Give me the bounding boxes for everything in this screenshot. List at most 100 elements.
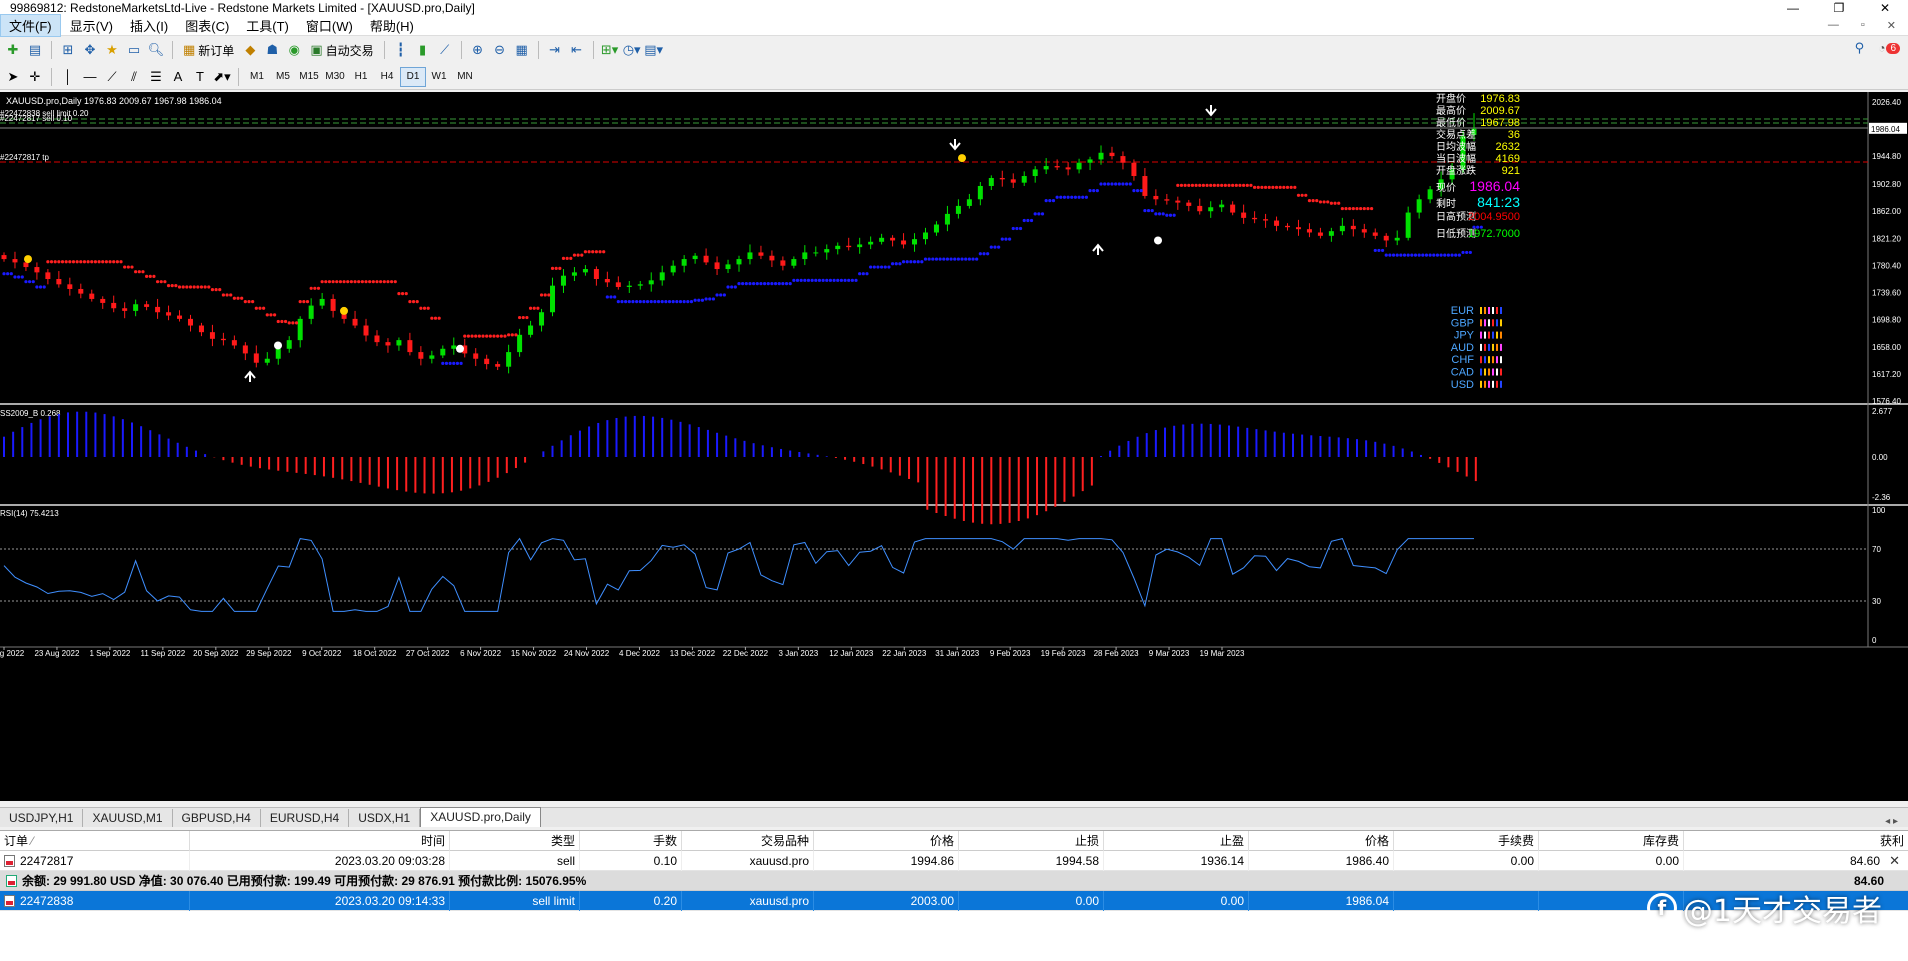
col-type[interactable]: 类型 <box>450 830 580 851</box>
menu-file[interactable]: 文件(F) <box>0 14 61 37</box>
auto-trading-button[interactable]: ▣ 自动交易 <box>305 39 378 61</box>
col-lots[interactable]: 手数 <box>580 830 682 851</box>
horizontal-line-icon[interactable]: — <box>79 66 101 88</box>
price-chart[interactable]: XAUUSD.pro,Daily 1976.83 2009.67 1967.98… <box>0 92 1908 801</box>
cell-swap: 0.00 <box>1539 850 1684 871</box>
terminal-icon[interactable]: ▭ <box>123 39 145 61</box>
close-window-button[interactable]: ✕ <box>1862 1 1908 15</box>
candle-body <box>988 178 994 186</box>
child-minimize-button[interactable]: — <box>1828 19 1839 32</box>
supertrend-dot <box>1450 253 1454 257</box>
supertrend-dot <box>181 285 185 289</box>
col-stoploss[interactable]: 止损 <box>959 830 1104 851</box>
col-commission[interactable]: 手续费 <box>1394 830 1539 851</box>
tile-windows-icon[interactable]: ▦ <box>511 39 533 61</box>
crosshair-icon[interactable]: ✛ <box>24 66 46 88</box>
candle-body <box>879 237 885 242</box>
chart-tab[interactable]: USDX,H1 <box>349 809 421 827</box>
text-icon[interactable]: A <box>167 66 189 88</box>
currency-strength-bar <box>1496 368 1498 376</box>
candle-body <box>1383 235 1389 241</box>
notifications-button[interactable]: ◔ 6 <box>1878 41 1900 55</box>
col-profit[interactable]: 获利 <box>1684 831 1908 851</box>
navigator-icon[interactable]: ★ <box>101 39 123 61</box>
arrows-icon[interactable]: ⬈▾ <box>211 66 233 88</box>
menu-window[interactable]: 窗口(W) <box>298 15 361 36</box>
chart-tab[interactable]: XAUUSD,M1 <box>83 809 173 827</box>
menu-charts[interactable]: 图表(C) <box>177 15 237 36</box>
supertrend-dot <box>101 260 105 264</box>
market-icon[interactable]: ◉ <box>283 39 305 61</box>
bar-chart-icon[interactable]: ┇ <box>390 39 412 61</box>
candlestick-icon[interactable]: ▮ <box>412 39 434 61</box>
indicators-icon[interactable]: ⊞▾ <box>599 39 621 61</box>
timeframe-mn[interactable]: MN <box>452 67 478 87</box>
fibonacci-icon[interactable]: ☰ <box>145 66 167 88</box>
timeframe-m30[interactable]: M30 <box>322 67 348 87</box>
new-order-button[interactable]: ▦ 新订单 <box>178 39 239 61</box>
menu-insert[interactable]: 插入(I) <box>122 15 176 36</box>
cell-time: 2023.03.20 09:03:28 <box>190 850 450 871</box>
search-icon[interactable]: ⚲ <box>1855 40 1865 56</box>
menu-tools[interactable]: 工具(T) <box>238 15 297 36</box>
market-watch-icon[interactable]: ⊞ <box>57 39 79 61</box>
col-swap[interactable]: 库存费 <box>1539 830 1684 851</box>
supertrend-dot <box>682 299 686 304</box>
col-time[interactable]: 时间 <box>190 830 450 851</box>
metaeditor-icon[interactable]: ◆ <box>239 39 261 61</box>
periods-icon[interactable]: ◷▾ <box>621 39 643 61</box>
line-chart-icon[interactable]: ⟋ <box>434 39 456 61</box>
templates-icon[interactable]: ▤▾ <box>643 39 665 61</box>
candle-body <box>155 306 161 313</box>
timeframe-h1[interactable]: H1 <box>348 67 374 87</box>
strategy-tester-icon[interactable]: 🔍︎ <box>145 39 167 61</box>
col-order[interactable]: 订单 ⁄ <box>0 830 190 851</box>
close-order-icon[interactable]: ✕ <box>1889 853 1900 869</box>
timeframe-d1[interactable]: D1 <box>400 66 426 87</box>
supertrend-dot <box>602 250 606 254</box>
data-window-icon[interactable]: ✥ <box>79 39 101 61</box>
cursor-icon[interactable]: ➤ <box>2 66 24 88</box>
auto-scroll-icon[interactable]: ⇥ <box>544 39 566 61</box>
timeframe-h4[interactable]: H4 <box>374 67 400 87</box>
chart-shift-icon[interactable]: ⇤ <box>566 39 588 61</box>
timeframe-m1[interactable]: M1 <box>244 67 270 87</box>
supertrend-dot <box>956 257 961 261</box>
table-row-selected[interactable]: 22472838 2023.03.20 09:14:33 sell limit … <box>0 890 1908 911</box>
profiles-icon[interactable]: ▤ <box>24 39 46 61</box>
menu-view[interactable]: 显示(V) <box>62 15 121 36</box>
table-row[interactable]: 22472817 2023.03.20 09:03:28 sell 0.10 x… <box>0 850 1908 871</box>
vertical-line-icon[interactable]: │ <box>57 66 79 88</box>
col-symbol[interactable]: 交易品种 <box>682 830 814 851</box>
channel-icon[interactable]: ⫽ <box>123 66 145 88</box>
zoom-in-icon[interactable]: ⊕ <box>467 39 489 61</box>
supertrend-dot <box>1077 195 1081 199</box>
chart-tab[interactable]: GBPUSD,H4 <box>173 809 261 827</box>
text-label-icon[interactable]: T <box>189 66 211 88</box>
col-current-price[interactable]: 价格 <box>1249 830 1394 851</box>
minimize-button[interactable]: — <box>1770 1 1816 15</box>
chart-tab[interactable]: USDJPY,H1 <box>0 809 84 827</box>
supertrend-dot <box>371 280 375 284</box>
info-value: 921 <box>1502 165 1520 177</box>
menu-help[interactable]: 帮助(H) <box>362 15 422 36</box>
chart-canvas[interactable]: XAUUSD.pro,Daily 1976.83 2009.67 1967.98… <box>0 92 1908 801</box>
tabs-scroll-icon[interactable]: ◂ ▸ <box>1885 816 1898 827</box>
chart-tab-active[interactable]: XAUUSD.pro,Daily <box>420 807 541 827</box>
zoom-out-icon[interactable]: ⊖ <box>489 39 511 61</box>
supertrend-dot <box>1388 253 1392 257</box>
timeframe-m15[interactable]: M15 <box>296 67 322 87</box>
child-close-button[interactable]: ✕ <box>1887 19 1896 32</box>
candle-body <box>473 353 479 359</box>
timeframe-m5[interactable]: M5 <box>270 67 296 87</box>
candle-body <box>12 259 18 263</box>
maximize-button[interactable]: ❐ <box>1816 1 1862 15</box>
timeframe-w1[interactable]: W1 <box>426 67 452 87</box>
col-takeprofit[interactable]: 止盈 <box>1104 830 1249 851</box>
chart-tab[interactable]: EURUSD,H4 <box>261 809 350 827</box>
new-chart-icon[interactable]: ✚ <box>2 39 24 61</box>
signals-icon[interactable]: ☗ <box>261 39 283 61</box>
trendline-icon[interactable]: ⟋ <box>101 66 123 88</box>
col-price[interactable]: 价格 <box>814 830 959 851</box>
child-restore-button[interactable]: ▫ <box>1861 19 1865 32</box>
